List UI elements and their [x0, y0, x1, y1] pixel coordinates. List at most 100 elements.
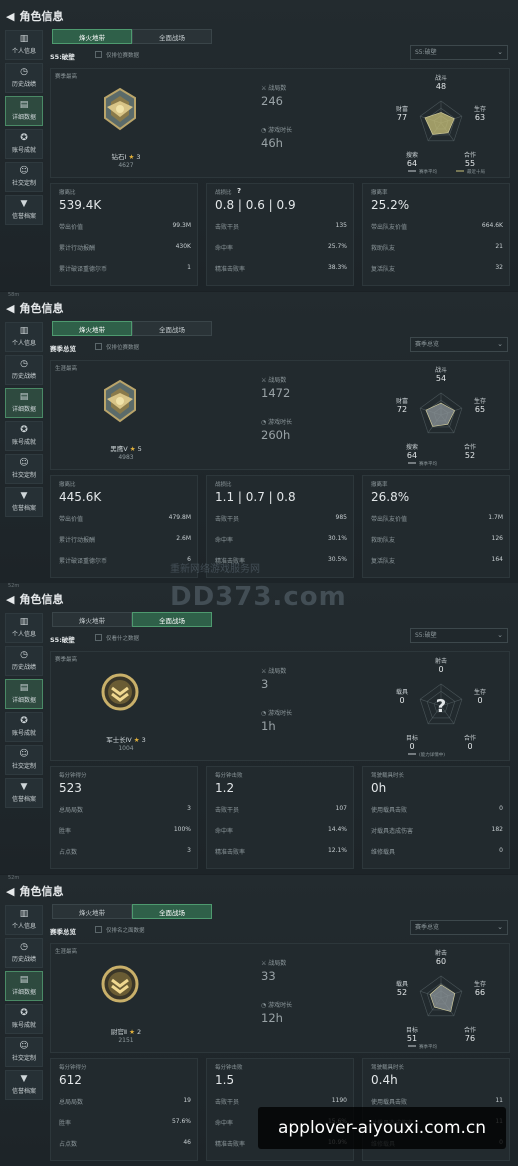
- card-caption: 生涯最高: [55, 366, 78, 372]
- stat-row-label: 总局局数: [59, 1099, 84, 1106]
- sidebar-item-3[interactable]: ✪ 账号成就: [5, 129, 43, 159]
- sidebar-item-4[interactable]: ☺ 社交定制: [5, 162, 43, 192]
- rank-points: 4627: [118, 162, 134, 169]
- playtime-value: 260h: [261, 428, 291, 442]
- rank-name: 黑鹰Ⅴ ★ 5: [91, 443, 161, 453]
- sidebar-item-2[interactable]: ▤ 详细数据: [5, 679, 43, 709]
- season-dropdown[interactable]: S5:破壁 ⌄: [410, 45, 508, 60]
- star-icon: ★: [131, 736, 142, 744]
- sidebar-item-2[interactable]: ▤ 详细数据: [5, 96, 43, 126]
- rank-card: 生涯最高 黑鹰Ⅴ ★ 5 4983 ⚔ 战局数 1472 ◔ 游戏时长 260h 战斗 54 生存…: [50, 360, 510, 470]
- ranked-only-checkbox[interactable]: [95, 51, 102, 58]
- stat-column: 驾驶载具时长 0h 使用载具击败 0 对载具造成伤害 182 维修载具 0: [362, 766, 510, 869]
- playtime-value: 12h: [261, 1011, 283, 1025]
- tab-warfare[interactable]: 全面战场: [132, 29, 212, 44]
- stat-row: 胜率 100%: [59, 826, 191, 838]
- stat-row-label: 胜率: [59, 1120, 72, 1127]
- sidebar-item-label: 社交定制: [11, 472, 36, 479]
- stat-row-value: 985: [335, 514, 347, 521]
- back-arrow-icon[interactable]: ◀: [6, 593, 14, 606]
- sidebar-item-5[interactable]: ▼ 信誉档案: [5, 487, 43, 517]
- sidebar-item-5[interactable]: ▼ 信誉档案: [5, 778, 43, 808]
- sidebar: ▥ 个人信息 ◷ 历史战绩 ▤ 详细数据 ✪ 账号成就 ☺ 社交定制 ▼ 信誉档案: [5, 613, 43, 811]
- sidebar-item-3[interactable]: ✪ 账号成就: [5, 1004, 43, 1034]
- sidebar-item-4[interactable]: ☺ 社交定制: [5, 745, 43, 775]
- rank-medal-icon: [101, 87, 139, 131]
- radar-axis-value: 60: [436, 957, 446, 966]
- page-title: 角色信息: [19, 302, 64, 315]
- sidebar-item-label: 个人信息: [11, 923, 36, 930]
- season-dropdown[interactable]: 赛季总览 ⌄: [410, 920, 508, 935]
- sidebar-item-4[interactable]: ☺ 社交定制: [5, 1037, 43, 1067]
- radar-axis-label: 生存: [474, 688, 486, 696]
- chevron-down-icon: ⌄: [497, 631, 503, 639]
- sidebar-item-label: 社交定制: [11, 1055, 36, 1062]
- radar-axis-value: 76: [465, 1034, 475, 1043]
- matches-label-text: 战局数: [268, 377, 287, 384]
- sidebar-item-3[interactable]: ✪ 账号成就: [5, 712, 43, 742]
- ranked-only-checkbox[interactable]: [95, 343, 102, 350]
- stat-row: 对载具造成伤害 182: [371, 826, 503, 838]
- stat-row: 精准击败率 12.1%: [215, 847, 347, 859]
- tab-operations[interactable]: 烽火地带: [52, 29, 132, 44]
- sidebar-item-0[interactable]: ▥ 个人信息: [5, 905, 43, 935]
- sidebar-item-0[interactable]: ▥ 个人信息: [5, 30, 43, 60]
- sidebar-item-label: 信誉档案: [11, 213, 36, 220]
- sidebar-item-4[interactable]: ☺ 社交定制: [5, 454, 43, 484]
- stat-row-label: 带出队友价值: [371, 224, 408, 231]
- card-caption: 赛季最高: [55, 657, 78, 663]
- sidebar-item-label: 历史战绩: [11, 956, 36, 963]
- radar-axis-value: 64: [407, 159, 417, 168]
- sidebar-item-1[interactable]: ◷ 历史战绩: [5, 355, 43, 385]
- filter-row: 赛季总览 仅排位赛数据 赛季总览 ⌄: [50, 337, 508, 355]
- ranked-only-checkbox[interactable]: [95, 926, 102, 933]
- sidebar-item-1[interactable]: ◷ 历史战绩: [5, 646, 43, 676]
- back-arrow-icon[interactable]: ◀: [6, 10, 14, 23]
- stat-row-value: 3: [187, 805, 191, 812]
- ranked-only-checkbox[interactable]: [95, 634, 102, 641]
- tab-warfare[interactable]: 全面战场: [132, 612, 212, 627]
- sidebar-item-5[interactable]: ▼ 信誉档案: [5, 195, 43, 225]
- sidebar-item-2[interactable]: ▤ 详细数据: [5, 388, 43, 418]
- season-dropdown[interactable]: S5:破壁 ⌄: [410, 628, 508, 643]
- stat-row: 精准击败率 38.3%: [215, 264, 347, 276]
- stat-row-value: 46: [183, 1139, 191, 1146]
- matches-label-text: 战局数: [268, 85, 287, 92]
- page-title: 角色信息: [19, 593, 64, 606]
- season-label: 赛季总览: [50, 928, 76, 936]
- radar-axis-label: 生存: [474, 980, 486, 988]
- status-bar: 52m: [0, 875, 518, 882]
- ability-radar-chart: 射击0生存0合作0目标0载具0 ?(能力详情中): [396, 657, 486, 758]
- sidebar-item-2[interactable]: ▤ 详细数据: [5, 971, 43, 1001]
- sidebar-item-3[interactable]: ✪ 账号成就: [5, 421, 43, 451]
- help-icon[interactable]: ?: [237, 187, 241, 195]
- header: ◀ 角色信息: [6, 8, 63, 24]
- tab-warfare[interactable]: 全面战场: [132, 321, 212, 336]
- stat-row-value: 430K: [175, 243, 191, 250]
- tab-operations[interactable]: 烽火地带: [52, 904, 132, 919]
- tab-warfare[interactable]: 全面战场: [132, 904, 212, 919]
- sidebar-item-1[interactable]: ◷ 历史战绩: [5, 938, 43, 968]
- stat-row: 累计行动报酬 2.6M: [59, 535, 191, 547]
- back-arrow-icon[interactable]: ◀: [6, 302, 14, 315]
- ability-radar-chart: 射击60 生存66 合作76 目标51 载具52 赛季平均: [396, 949, 486, 1050]
- stat-row-value: 11: [495, 1097, 503, 1104]
- stat-row-value: 126: [491, 535, 503, 542]
- matches-label-text: 战局数: [268, 668, 287, 675]
- sidebar-item-1[interactable]: ◷ 历史战绩: [5, 63, 43, 93]
- sidebar-item-0[interactable]: ▥ 个人信息: [5, 322, 43, 352]
- stat-head-value: 25.2%: [371, 198, 410, 212]
- tab-operations[interactable]: 烽火地带: [52, 612, 132, 627]
- sidebar-item-5[interactable]: ▼ 信誉档案: [5, 1070, 43, 1100]
- back-arrow-icon[interactable]: ◀: [6, 885, 14, 898]
- stat-row: 命中率 14.4%: [215, 826, 347, 838]
- stat-head-value: 612: [59, 1073, 82, 1087]
- radar-axis-label: 目标: [406, 1026, 418, 1034]
- tab-operations[interactable]: 烽火地带: [52, 321, 132, 336]
- sidebar-item-0[interactable]: ▥ 个人信息: [5, 613, 43, 643]
- matches-label-text: 战局数: [268, 960, 287, 967]
- sidebar-item-label: 社交定制: [11, 763, 36, 770]
- stat-row: 胜率 57.6%: [59, 1118, 191, 1130]
- season-dropdown[interactable]: 赛季总览 ⌄: [410, 337, 508, 352]
- matches-value: 246: [261, 94, 283, 108]
